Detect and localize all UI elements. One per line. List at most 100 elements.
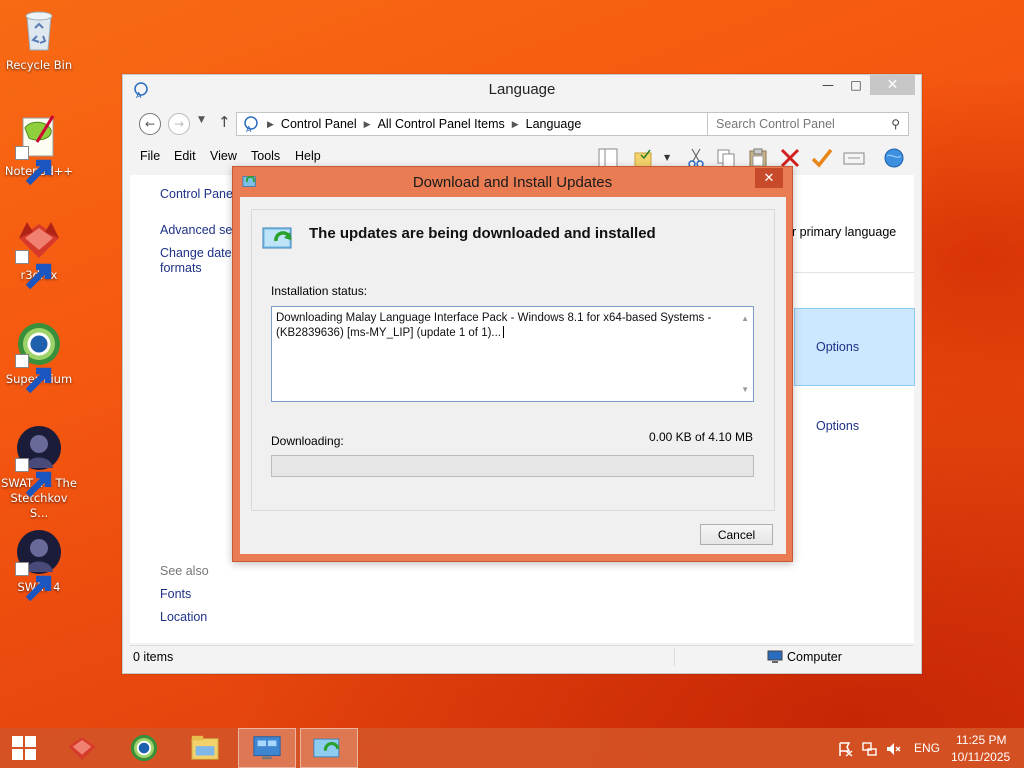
fonts-link[interactable]: Fonts [160, 587, 191, 601]
clock-time[interactable]: 11:25 PM [956, 733, 1006, 747]
installation-status-text: Downloading Malay Language Interface Pac… [276, 312, 712, 339]
item-count: 0 items [133, 650, 174, 664]
shortcut-arrow-icon [15, 250, 52, 290]
taskbar-control-panel[interactable] [238, 728, 296, 768]
svg-text:A: A [246, 125, 252, 133]
download-progress-bar [271, 455, 754, 477]
properties-icon[interactable] [843, 147, 865, 169]
search-placeholder: Search Control Panel [716, 117, 835, 131]
breadcrumb-all-items[interactable]: All Control Panel Items [378, 117, 505, 131]
divider [674, 648, 675, 666]
input-language-indicator[interactable]: ENG [914, 741, 940, 755]
language-control-panel-icon: A [244, 116, 258, 133]
start-button[interactable] [0, 728, 48, 768]
dialog-title-bar[interactable]: Download and Install Updates ✕ [233, 167, 792, 197]
change-date-link-formats[interactable]: formats [160, 261, 202, 275]
cancel-button[interactable]: Cancel [700, 524, 773, 545]
menu-view[interactable]: View [210, 149, 237, 163]
r3dfox-icon [68, 737, 96, 760]
network-icon[interactable] [861, 741, 877, 757]
shortcut-arrow-icon [15, 562, 52, 602]
desktop-icon-supermium[interactable]: Supermium [0, 320, 78, 394]
windows-logo-icon [12, 736, 36, 760]
location-link[interactable]: Location [160, 610, 207, 624]
globe-icon[interactable] [883, 147, 905, 169]
options-link[interactable]: Options [816, 340, 859, 354]
desktop-icon-swat4-stetchkov[interactable]: SWAT 4 - The Stetchkov S... [0, 424, 78, 521]
downloading-label: Downloading: [271, 434, 344, 448]
action-center-flag-icon[interactable] [837, 741, 853, 757]
system-tray: ENG 11:25 PM 10/11/2025 [832, 728, 1024, 768]
toolbar-dropdown-chevron-icon[interactable]: ▼ [664, 153, 670, 162]
taskbar: ENG 11:25 PM 10/11/2025 [0, 728, 1024, 768]
primary-language-text: r primary language [792, 225, 897, 239]
shortcut-arrow-icon [15, 458, 52, 498]
shortcut-arrow-icon [15, 146, 52, 186]
checkmark-icon[interactable] [811, 147, 833, 169]
window-title: Language [488, 81, 556, 98]
taskbar-windows-update[interactable] [300, 728, 358, 768]
taskbar-file-explorer[interactable] [178, 728, 232, 768]
options-link[interactable]: Options [816, 419, 859, 433]
computer-zone: Computer [787, 650, 842, 664]
desktop-icon-recycle-bin[interactable]: Recycle Bin [0, 6, 78, 73]
update-icon [262, 227, 292, 249]
window-title-bar[interactable]: A Language — □ ✕ [123, 75, 921, 105]
menu-help[interactable]: Help [295, 149, 321, 163]
shortcut-arrow-icon [15, 354, 52, 394]
desktop-icon-swat4[interactable]: SWAT 4 [0, 528, 78, 602]
installation-status-textbox[interactable]: Downloading Malay Language Interface Pac… [271, 306, 754, 402]
swat4-icon [15, 424, 63, 498]
advanced-settings-link[interactable]: Advanced sett [160, 223, 239, 237]
forward-button[interactable]: → [168, 113, 190, 135]
menu-file[interactable]: File [140, 149, 160, 163]
status-bar: 0 items Computer [130, 645, 913, 667]
supermium-icon [130, 734, 158, 762]
dialog-heading: The updates are being downloaded and ins… [309, 225, 656, 242]
clock-date[interactable]: 10/11/2025 [951, 750, 1010, 764]
r3dfox-icon [15, 216, 63, 290]
menu-tools[interactable]: Tools [251, 149, 280, 163]
notepad-plus-plus-icon [15, 112, 63, 186]
see-also-heading: See also [160, 564, 209, 578]
recycle-bin-icon [15, 6, 63, 54]
breadcrumb-separator-icon: ▶ [363, 118, 371, 129]
recent-locations-chevron-icon[interactable]: ▼ [198, 115, 205, 125]
dialog-panel: The updates are being downloaded and ins… [251, 209, 775, 511]
search-icon[interactable]: ⚲ [891, 117, 900, 131]
maximize-button[interactable]: □ [842, 75, 870, 95]
address-bar[interactable]: A ▶ Control Panel ▶ All Control Panel It… [236, 112, 773, 136]
scroll-up-arrow-icon[interactable]: ▲ [741, 311, 749, 326]
desktop-icon-notepad-plus-plus[interactable]: Notepad++ [0, 112, 78, 186]
breadcrumb-language[interactable]: Language [526, 117, 582, 131]
update-icon [313, 738, 340, 758]
menu-edit[interactable]: Edit [174, 149, 196, 163]
taskbar-supermium[interactable] [118, 728, 170, 768]
installation-status-label: Installation status: [271, 284, 368, 298]
dialog-close-button[interactable]: ✕ [755, 168, 783, 188]
taskbar-r3dfox[interactable] [56, 728, 108, 768]
control-panel-icon [253, 736, 281, 760]
supermium-icon [15, 320, 63, 394]
dialog-title: Download and Install Updates [412, 174, 613, 191]
volume-muted-icon[interactable] [885, 741, 901, 757]
dialog-body: The updates are being downloaded and ins… [240, 197, 786, 554]
breadcrumb-control-panel[interactable]: Control Panel [281, 117, 357, 131]
change-date-link[interactable]: Change date, [160, 246, 235, 260]
breadcrumb-separator-icon: ▶ [267, 118, 274, 129]
divider [794, 272, 914, 273]
breadcrumb-separator-icon: ▶ [511, 118, 519, 129]
desktop-icon-r3dfox[interactable]: r3dfox [0, 216, 78, 290]
scroll-down-arrow-icon[interactable]: ▼ [741, 382, 749, 397]
search-input[interactable]: Search Control Panel ⚲ [707, 112, 909, 136]
control-panel-home-link[interactable]: Control Panel [160, 187, 236, 201]
up-button[interactable]: ↑ [218, 113, 231, 131]
desktop-icon-label: Recycle Bin [5, 58, 73, 72]
download-install-updates-dialog: Download and Install Updates ✕ The updat… [232, 166, 793, 562]
computer-icon [767, 650, 783, 663]
back-button[interactable]: ← [139, 113, 161, 135]
download-size: 0.00 KB of 4.10 MB [648, 430, 753, 444]
swat4-icon [15, 528, 63, 602]
minimize-button[interactable]: — [814, 75, 842, 95]
close-button[interactable]: ✕ [870, 75, 915, 95]
